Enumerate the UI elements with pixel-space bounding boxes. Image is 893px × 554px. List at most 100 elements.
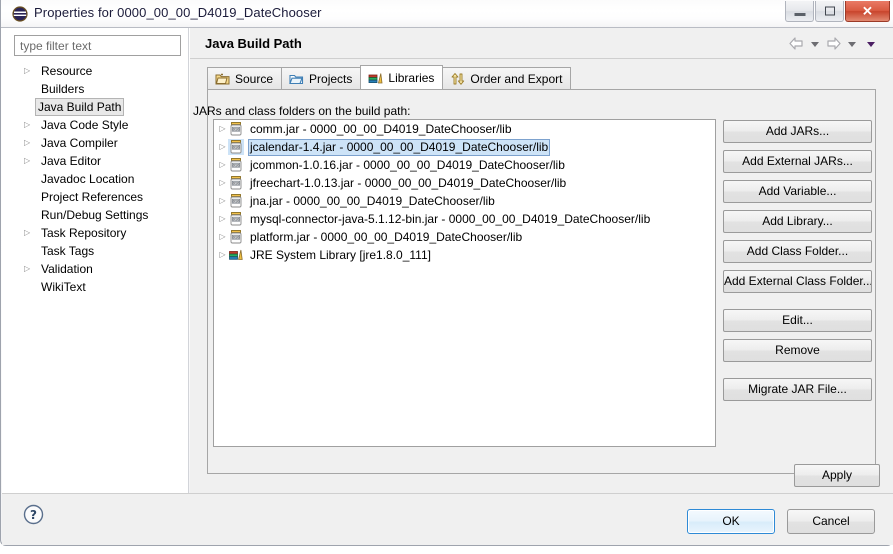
list-item[interactable]: ▷ JRE System Library [jre1.8.0_111] [214,246,715,264]
close-icon: ✕ [862,3,873,19]
tab-order-and-export[interactable]: Order and Export [442,67,572,89]
chevron-right-icon[interactable]: ▷ [217,174,228,192]
help-question-icon[interactable]: ? [23,504,44,525]
svg-text:010: 010 [233,146,241,150]
jar-icon: 010 [228,121,244,137]
ok-button[interactable]: OK [687,509,775,534]
tab-source[interactable]: Source [207,67,283,89]
add-jars-button[interactable]: Add JARs... [723,120,872,143]
sidebar-item-java-code-style[interactable]: ▷ Java Code Style [2,116,189,134]
sidebar-item-wikitext[interactable]: WikiText [2,278,189,296]
sidebar-item-label: Builders [41,82,85,96]
maximize-button[interactable] [815,1,844,22]
jar-icon: 010 [228,175,244,191]
window-title: Properties for 0000_00_00_D4019_DateChoo… [34,5,322,20]
chevron-right-icon[interactable]: ▷ [24,116,34,134]
chevron-right-icon[interactable]: ▷ [217,228,228,246]
sidebar-item-javadoc-location[interactable]: Javadoc Location [2,170,189,188]
list-item[interactable]: ▷ 010 comm.jar - 0000_00_00_D4019_DateCh… [214,120,715,138]
filter-input[interactable] [14,35,181,56]
window-controls: ✕ [785,1,890,22]
jar-icon: 010 [228,139,244,155]
tab-bar: Source Projects Libraries Order and Expo… [207,65,572,89]
list-item[interactable]: ▷ 010 jcommon-1.0.16.jar - 0000_00_00_D4… [214,156,715,174]
order-export-arrows-icon [450,72,465,86]
sidebar-item-builders[interactable]: Builders [2,80,189,98]
title-separator [190,58,893,59]
add-library-button[interactable]: Add Library... [723,210,872,233]
settings-tree-pane: ▷ Resource Builders Java Build Path ▷ Ja… [2,28,189,493]
minimize-button[interactable] [785,1,814,22]
sidebar-item-resource[interactable]: ▷ Resource [2,62,189,80]
source-folder-icon [215,72,230,86]
sidebar-item-java-compiler[interactable]: ▷ Java Compiler [2,134,189,152]
edit-button[interactable]: Edit... [723,309,872,332]
sidebar-item-label: Run/Debug Settings [41,208,149,222]
list-item-label: platform.jar - 0000_00_00_D4019_DateChoo… [250,230,523,244]
svg-text:010: 010 [233,200,241,204]
jar-icon: 010 [228,229,244,245]
svg-text:010: 010 [233,164,241,168]
projects-folder-icon [289,72,304,86]
sidebar-item-project-references[interactable]: Project References [2,188,189,206]
add-class-folder-button[interactable]: Add Class Folder... [723,240,872,263]
list-item[interactable]: ▷ 010 mysql-connector-java-5.1.12-bin.ja… [214,210,715,228]
svg-text:010: 010 [233,128,241,132]
sidebar-item-run-debug-settings[interactable]: Run/Debug Settings [2,206,189,224]
properties-dialog: Properties for 0000_00_00_D4019_DateChoo… [0,0,893,546]
list-item[interactable]: ▷ 010 jfreechart-1.0.13.jar - 0000_00_00… [214,174,715,192]
back-dropdown-caret[interactable] [811,42,819,47]
library-actions: Add JARs... Add External JARs... Add Var… [723,120,872,408]
chevron-right-icon[interactable]: ▷ [24,224,34,242]
add-external-class-folder-button[interactable]: Add External Class Folder... [723,270,872,293]
screen: Properties for 0000_00_00_D4019_DateChoo… [0,0,893,554]
chevron-right-icon[interactable]: ▷ [217,246,228,264]
list-item[interactable]: ▷ 010 jcalendar-1.4.jar - 0000_00_00_D40… [214,138,715,156]
sidebar-item-label: Javadoc Location [41,172,135,186]
migrate-jar-file-button[interactable]: Migrate JAR File... [723,378,872,401]
settings-tree: ▷ Resource Builders Java Build Path ▷ Ja… [2,62,189,296]
tab-projects[interactable]: Projects [281,67,362,89]
back-arrow-icon[interactable] [789,37,804,52]
sidebar-item-label: Project References [41,190,144,204]
jar-list[interactable]: ▷ 010 comm.jar - 0000_00_00_D4019_DateCh… [213,119,716,447]
remove-button[interactable]: Remove [723,339,872,362]
svg-text:010: 010 [233,218,241,222]
desktop-background [0,546,893,554]
sidebar-item-label: Task Repository [41,226,127,240]
chevron-right-icon[interactable]: ▷ [217,120,228,138]
tab-label: Order and Export [470,71,563,86]
chevron-right-icon[interactable]: ▷ [24,134,34,152]
add-variable-button[interactable]: Add Variable... [723,180,872,203]
sidebar-item-label: Task Tags [41,244,95,258]
eclipse-icon [12,6,28,22]
list-item[interactable]: ▷ 010 platform.jar - 0000_00_00_D4019_Da… [214,228,715,246]
close-button[interactable]: ✕ [845,1,890,22]
view-menu-caret[interactable] [867,42,875,47]
list-item-label: comm.jar - 0000_00_00_D4019_DateChooser/… [250,122,512,136]
sidebar-item-task-tags[interactable]: Task Tags [2,242,189,260]
chevron-right-icon[interactable]: ▷ [217,138,228,156]
sidebar-item-task-repository[interactable]: ▷ Task Repository [2,224,189,242]
chevron-right-icon[interactable]: ▷ [217,156,228,174]
chevron-right-icon[interactable]: ▷ [217,210,228,228]
sidebar-item-label: WikiText [41,280,86,294]
title-bar[interactable]: Properties for 0000_00_00_D4019_DateChoo… [1,0,893,28]
tab-label: Libraries [388,70,435,85]
apply-button[interactable]: Apply [794,464,880,487]
add-external-jars-button[interactable]: Add External JARs... [723,150,872,173]
chevron-right-icon[interactable]: ▷ [24,260,34,278]
forward-dropdown-caret[interactable] [848,42,856,47]
cancel-button[interactable]: Cancel [787,509,875,534]
jar-list-label: JARs and class folders on the build path… [193,104,411,118]
chevron-right-icon[interactable]: ▷ [24,152,34,170]
list-item[interactable]: ▷ 010 jna.jar - 0000_00_00_D4019_DateCho… [214,192,715,210]
forward-arrow-icon[interactable] [826,37,841,52]
jar-icon: 010 [228,193,244,209]
sidebar-item-java-editor[interactable]: ▷ Java Editor [2,152,189,170]
tab-libraries[interactable]: Libraries [360,65,444,89]
sidebar-item-validation[interactable]: ▷ Validation [2,260,189,278]
sidebar-item-java-build-path[interactable]: Java Build Path [2,98,189,116]
chevron-right-icon[interactable]: ▷ [24,62,34,80]
chevron-right-icon[interactable]: ▷ [217,192,228,210]
